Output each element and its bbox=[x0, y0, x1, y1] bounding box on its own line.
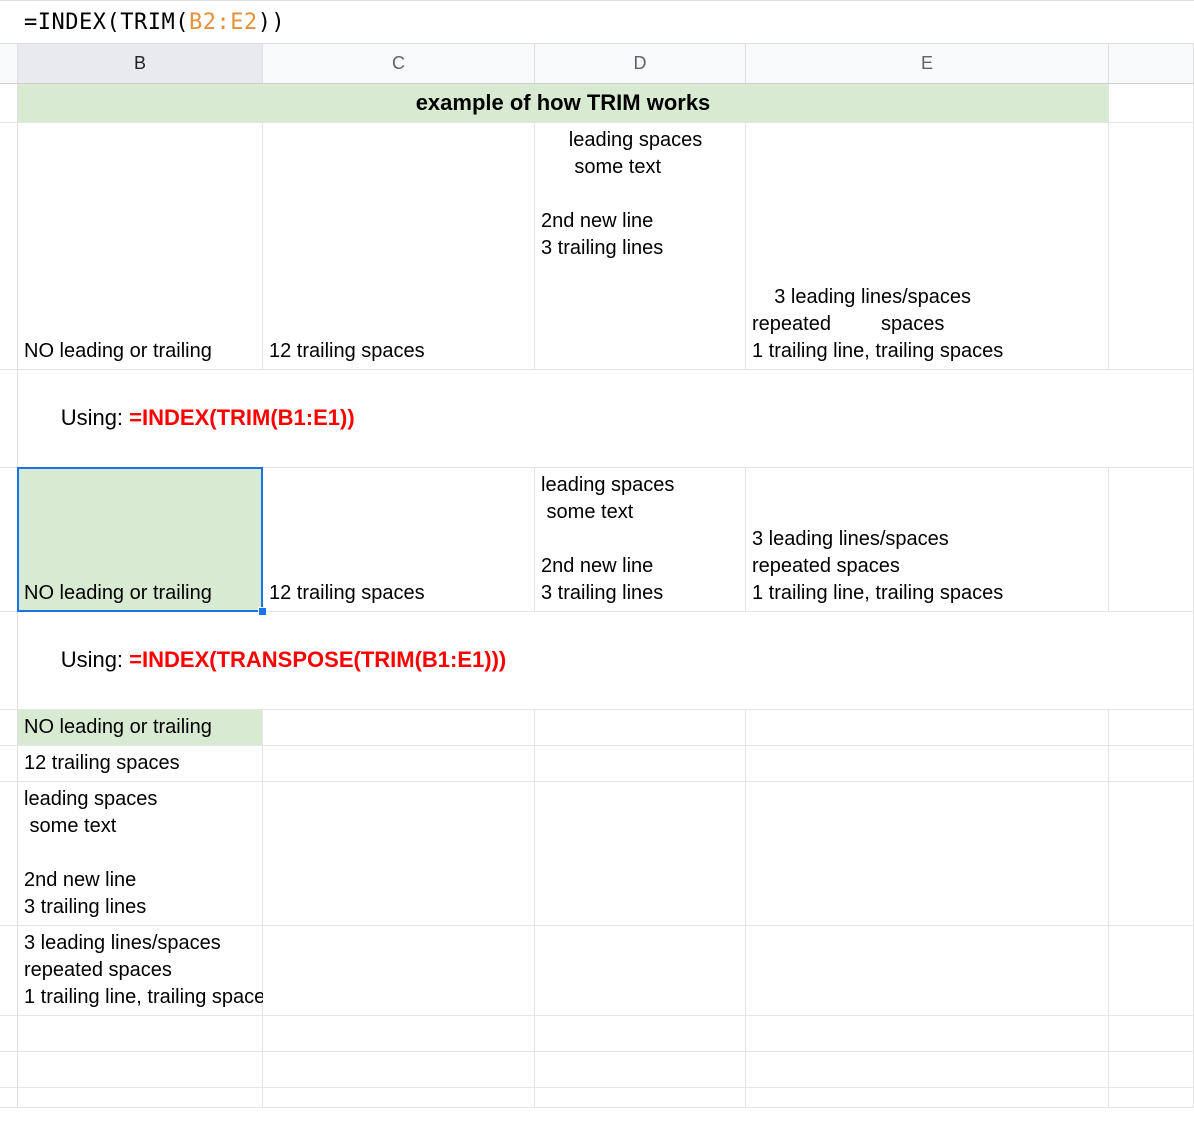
cell-E6[interactable] bbox=[746, 710, 1109, 746]
using-formula: =INDEX(TRANSPOSE(TRIM(B1:E1))) bbox=[129, 647, 506, 672]
cell-B2[interactable]: NO leading or trailing bbox=[18, 123, 263, 370]
cell-extra[interactable] bbox=[1109, 926, 1194, 1016]
row-stub[interactable] bbox=[0, 746, 18, 782]
row-stub[interactable] bbox=[0, 468, 18, 612]
row-stub[interactable] bbox=[0, 1088, 18, 1108]
cell-extra[interactable] bbox=[1109, 84, 1194, 123]
cell-empty[interactable] bbox=[263, 1052, 535, 1088]
cell-E2[interactable]: 3 leading lines/spaces repeated spaces 1… bbox=[746, 123, 1109, 370]
row-stub[interactable] bbox=[0, 1016, 18, 1052]
cell-B8[interactable]: leading spaces some text 2nd new line 3 … bbox=[18, 782, 263, 926]
cell-C4[interactable]: 12 trailing spaces bbox=[263, 468, 535, 612]
col-header-extra[interactable] bbox=[1109, 44, 1194, 83]
row-stub[interactable] bbox=[0, 782, 18, 926]
cell-B6[interactable]: NO leading or trailing bbox=[18, 710, 263, 746]
using-row-1[interactable]: Using: =INDEX(TRIM(B1:E1)) bbox=[18, 370, 1194, 468]
row-stub[interactable] bbox=[0, 710, 18, 746]
cell-empty[interactable] bbox=[263, 1088, 535, 1108]
col-header-stub[interactable] bbox=[0, 44, 18, 83]
formula-text-prefix: =INDEX(TRIM( bbox=[24, 10, 189, 35]
using-formula: =INDEX(TRIM(B1:E1)) bbox=[129, 405, 355, 430]
formula-range-ref: B2:E2 bbox=[189, 10, 258, 35]
title-cell[interactable]: example of how TRIM works bbox=[18, 84, 1109, 123]
using-label: Using: bbox=[61, 405, 129, 430]
cell-E8[interactable] bbox=[746, 782, 1109, 926]
cell-value: NO leading or trailing bbox=[24, 580, 256, 607]
cell-extra[interactable] bbox=[1109, 1016, 1194, 1052]
col-header-B[interactable]: B bbox=[18, 44, 263, 83]
row-stub[interactable] bbox=[0, 926, 18, 1016]
cell-C8[interactable] bbox=[263, 782, 535, 926]
cell-empty[interactable] bbox=[746, 1016, 1109, 1052]
cell-D4[interactable]: leading spaces some text 2nd new line 3 … bbox=[535, 468, 746, 612]
using-label: Using: bbox=[61, 647, 129, 672]
col-header-C[interactable]: C bbox=[263, 44, 535, 83]
cell-C7[interactable] bbox=[263, 746, 535, 782]
cell-E7[interactable] bbox=[746, 746, 1109, 782]
cell-C2[interactable]: 12 trailing spaces bbox=[263, 123, 535, 370]
formula-bar[interactable]: =INDEX(TRIM(B2:E2)) bbox=[0, 0, 1194, 44]
col-header-E[interactable]: E bbox=[746, 44, 1109, 83]
cell-extra[interactable] bbox=[1109, 123, 1194, 370]
using-row-2[interactable]: Using: =INDEX(TRANSPOSE(TRIM(B1:E1))) bbox=[18, 612, 1194, 710]
cell-C6[interactable] bbox=[263, 710, 535, 746]
row-stub[interactable] bbox=[0, 1052, 18, 1088]
cell-B4-selected[interactable]: NO leading or trailing bbox=[18, 468, 263, 612]
col-header-D[interactable]: D bbox=[535, 44, 746, 83]
cell-empty[interactable] bbox=[535, 1088, 746, 1108]
cell-empty[interactable] bbox=[263, 1016, 535, 1052]
cell-D2[interactable]: leading spaces some text 2nd new line 3 … bbox=[535, 123, 746, 370]
column-headers: B C D E bbox=[0, 44, 1194, 84]
row-stub[interactable] bbox=[0, 123, 18, 370]
row-stub[interactable] bbox=[0, 370, 18, 468]
cell-empty[interactable] bbox=[746, 1088, 1109, 1108]
cell-extra[interactable] bbox=[1109, 1088, 1194, 1108]
cell-empty[interactable] bbox=[18, 1052, 263, 1088]
cell-D7[interactable] bbox=[535, 746, 746, 782]
selection-handle[interactable] bbox=[258, 607, 267, 616]
cell-empty[interactable] bbox=[18, 1016, 263, 1052]
formula-text-suffix: )) bbox=[258, 10, 286, 35]
cell-extra[interactable] bbox=[1109, 746, 1194, 782]
cell-extra[interactable] bbox=[1109, 782, 1194, 926]
cell-empty[interactable] bbox=[746, 1052, 1109, 1088]
cell-extra[interactable] bbox=[1109, 468, 1194, 612]
cell-C9[interactable] bbox=[263, 926, 535, 1016]
cell-empty[interactable] bbox=[18, 1088, 263, 1108]
cell-D6[interactable] bbox=[535, 710, 746, 746]
row-stub[interactable] bbox=[0, 612, 18, 710]
cell-B7[interactable]: 12 trailing spaces bbox=[18, 746, 263, 782]
cell-extra[interactable] bbox=[1109, 710, 1194, 746]
cell-E9[interactable] bbox=[746, 926, 1109, 1016]
spreadsheet-grid: example of how TRIM works NO leading or … bbox=[0, 84, 1194, 1108]
cell-extra[interactable] bbox=[1109, 1052, 1194, 1088]
cell-empty[interactable] bbox=[535, 1052, 746, 1088]
cell-D9[interactable] bbox=[535, 926, 746, 1016]
cell-E4[interactable]: 3 leading lines/spaces repeated spaces 1… bbox=[746, 468, 1109, 612]
cell-D8[interactable] bbox=[535, 782, 746, 926]
row-stub[interactable] bbox=[0, 84, 18, 123]
cell-empty[interactable] bbox=[535, 1016, 746, 1052]
cell-B9[interactable]: 3 leading lines/spaces repeated spaces 1… bbox=[18, 926, 263, 1016]
